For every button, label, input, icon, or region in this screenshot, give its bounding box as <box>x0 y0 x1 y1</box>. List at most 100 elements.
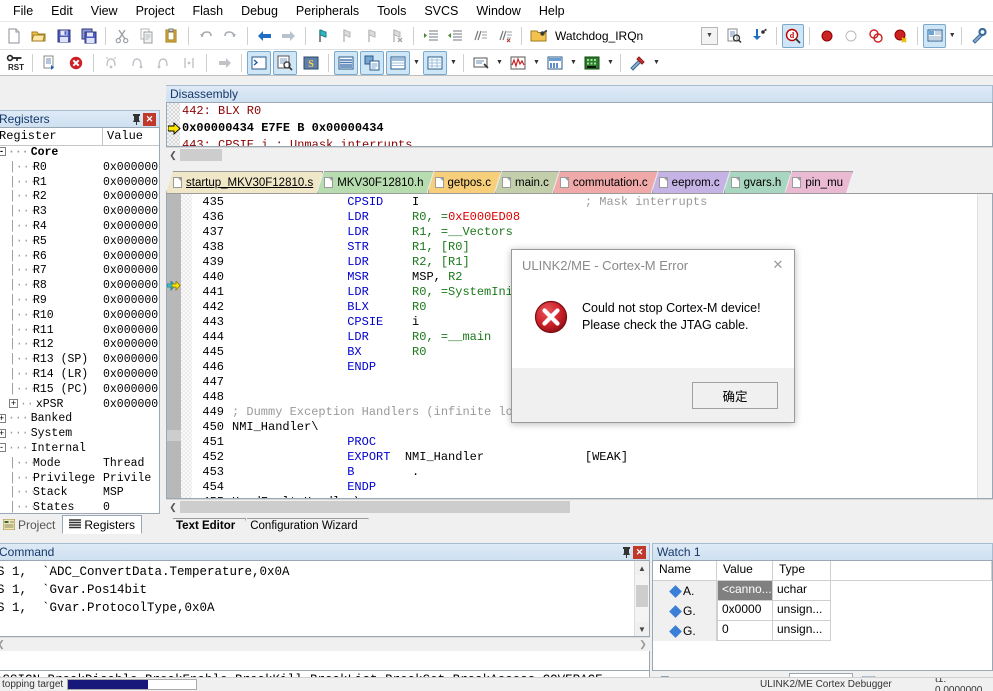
insert-goto-icon[interactable] <box>748 24 771 48</box>
register-row[interactable]: |···R5 0x0000000 <box>0 235 159 250</box>
scroll-up-icon[interactable]: ▲ <box>635 561 649 575</box>
menu-item-flash[interactable]: Flash <box>183 1 232 21</box>
scroll-down-icon[interactable]: ▼ <box>635 622 649 636</box>
file-tab[interactable]: pin_mu <box>785 171 853 193</box>
editor-bookmark-margin[interactable] <box>181 194 192 498</box>
navigate-back-icon[interactable] <box>253 24 276 48</box>
watch-window-icon[interactable] <box>386 50 410 75</box>
registers-tree[interactable]: Register Value - ··· Core |···R0 0x0000000 |·… <box>0 127 160 514</box>
menu-item-debug[interactable]: Debug <box>232 1 287 21</box>
code-line[interactable]: 436 LDR R0, =0xE000ED08 <box>192 210 977 225</box>
command-hscrollbar[interactable]: ❮ ❯ <box>0 637 650 651</box>
paste-icon[interactable] <box>161 24 184 48</box>
tab-configuration-wizard[interactable]: Configuration Wizard <box>242 518 368 534</box>
register-row[interactable]: |···R0 0x0000000 <box>0 161 159 176</box>
scroll-thumb[interactable] <box>180 149 222 161</box>
code-line[interactable]: 454 ENDP <box>192 480 977 495</box>
chevron-down-icon[interactable]: ▼ <box>411 51 422 75</box>
disassembly-body[interactable]: 442: BLX R0 0x00000434 E7FE B 0x00000434 … <box>166 102 993 147</box>
command-input[interactable] <box>0 651 650 671</box>
open-folder-icon[interactable] <box>527 24 550 48</box>
register-row[interactable]: |···R3 0x0000000 <box>0 205 159 220</box>
bookmark-next-icon[interactable] <box>361 24 384 48</box>
configure-icon[interactable] <box>967 24 990 48</box>
disassembly-line[interactable]: 443: CPSIE i ; Unmask interrupts <box>167 137 992 146</box>
code-line[interactable]: 453 B . <box>192 465 977 480</box>
scroll-thumb[interactable] <box>180 501 570 513</box>
command-output[interactable]: S 1, `ADC_ConvertData.Temperature,0x0A S … <box>0 560 650 637</box>
manage-windows-icon[interactable] <box>923 23 946 48</box>
show-statement-icon[interactable] <box>212 51 236 75</box>
step-icon[interactable] <box>99 51 123 75</box>
kill-all-breakpoints-icon[interactable] <box>865 24 888 48</box>
register-row[interactable]: |···R13 (SP) 0x0000000 <box>0 353 159 368</box>
chevron-down-icon[interactable]: ▼ <box>700 26 719 45</box>
memory-window-icon[interactable] <box>423 50 447 75</box>
copy-icon[interactable] <box>136 24 159 48</box>
scroll-left-icon[interactable]: ❮ <box>166 149 180 162</box>
run-icon[interactable] <box>38 51 62 75</box>
menu-item-file[interactable]: File <box>4 1 42 21</box>
save-all-icon[interactable] <box>77 24 100 48</box>
function-combo[interactable]: Watchdog_IRQn <box>550 24 701 47</box>
chevron-down-icon[interactable]: ▼ <box>448 51 459 75</box>
register-row[interactable]: |···R10 0x0000000 <box>0 309 159 324</box>
symbols-window-icon[interactable]: S <box>299 51 323 75</box>
register-row[interactable]: |···Mode Thread <box>0 457 159 472</box>
watch-value[interactable]: <canno... <box>717 581 773 601</box>
bookmark-prev-icon[interactable] <box>336 24 359 48</box>
save-icon[interactable] <box>53 24 76 48</box>
register-row[interactable]: |···Privilege Privile <box>0 472 159 487</box>
bookmark-toggle-icon[interactable] <box>311 24 334 48</box>
insert-breakpoint-icon[interactable] <box>815 24 838 48</box>
tab-project[interactable]: Project <box>0 515 63 534</box>
disable-all-breakpoints-icon[interactable] <box>890 24 913 48</box>
navigate-forward-icon[interactable] <box>277 24 300 48</box>
register-row[interactable]: + ·· xPSR 0x0000000 <box>0 398 159 413</box>
close-icon[interactable]: ✕ <box>762 251 794 279</box>
step-out-icon[interactable] <box>151 51 175 75</box>
editor-vscrollbar[interactable] <box>977 194 992 498</box>
register-row[interactable]: |···R2 0x0000000 <box>0 190 159 205</box>
chevron-down-icon[interactable]: ▼ <box>494 51 505 75</box>
redo-icon[interactable] <box>219 24 242 48</box>
register-row[interactable]: |···R11 0x0000000 <box>0 324 159 339</box>
scroll-track[interactable] <box>635 575 649 622</box>
chevron-down-icon[interactable]: ▼ <box>947 24 957 48</box>
register-row[interactable]: |···R8 0x0000000 <box>0 279 159 294</box>
analysis-window-icon[interactable] <box>506 51 530 75</box>
watch-row[interactable]: A. <canno... uchar <box>653 581 992 601</box>
watch-row[interactable]: G. 0x0000 unsign... <box>653 601 992 621</box>
comment-icon[interactable] <box>469 24 492 48</box>
undo-icon[interactable] <box>194 24 217 48</box>
run-to-cursor-icon[interactable] <box>177 51 201 75</box>
trace-window-icon[interactable] <box>543 51 567 75</box>
menu-item-tools[interactable]: Tools <box>368 1 415 21</box>
serial-window-icon[interactable] <box>469 51 493 75</box>
ok-button[interactable]: 确定 <box>692 381 778 409</box>
register-row[interactable]: |···States 0 <box>0 501 159 513</box>
disassembly-hscrollbar[interactable]: ❮ <box>166 147 993 162</box>
register-row[interactable]: |···R6 0x0000000 <box>0 250 159 265</box>
uncomment-icon[interactable] <box>493 24 516 48</box>
register-row[interactable]: |···R4 0x0000000 <box>0 220 159 235</box>
stop-icon[interactable] <box>64 51 88 75</box>
file-tab[interactable]: commutation.c <box>553 171 658 193</box>
register-row[interactable]: |···R9 0x0000000 <box>0 294 159 309</box>
bookmark-clear-icon[interactable] <box>385 24 408 48</box>
scroll-left-icon[interactable]: ❮ <box>166 501 180 514</box>
register-row[interactable]: +···Banked <box>0 412 159 427</box>
indent-icon[interactable] <box>419 24 442 48</box>
editor-marker-margin[interactable] <box>167 194 181 498</box>
file-tab[interactable]: main.c <box>495 171 559 193</box>
chevron-down-icon[interactable]: ▼ <box>568 51 579 75</box>
file-tab[interactable]: eeprom.c <box>652 171 730 193</box>
disable-breakpoint-icon[interactable] <box>840 24 863 48</box>
register-row[interactable]: +···System <box>0 427 159 442</box>
pin-icon[interactable] <box>129 112 143 126</box>
menu-item-svcs[interactable]: SVCS <box>415 1 467 21</box>
register-row[interactable]: |···R15 (PC) 0x0000000 <box>0 383 159 398</box>
watch-value[interactable]: 0x0000 <box>717 601 773 621</box>
menu-item-project[interactable]: Project <box>127 1 184 21</box>
menu-item-window[interactable]: Window <box>467 1 529 21</box>
